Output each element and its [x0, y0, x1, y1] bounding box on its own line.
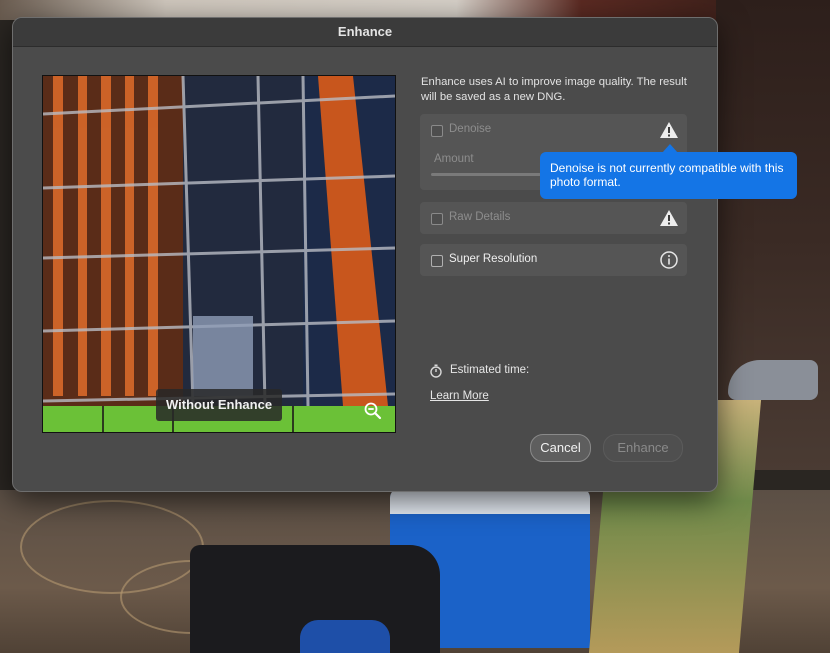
- background-shoe: [728, 360, 818, 400]
- stopwatch-icon: [429, 364, 443, 378]
- warning-icon[interactable]: [659, 208, 679, 228]
- estimated-time-label: Estimated time:: [450, 364, 530, 376]
- denoise-label: Denoise: [449, 123, 492, 135]
- background-blue-cloth: [300, 620, 390, 653]
- dialog-title: Enhance: [337, 24, 393, 39]
- raw-details-group: Raw Details: [420, 202, 687, 234]
- raw-details-label: Raw Details: [449, 211, 511, 223]
- enhance-description: Enhance uses AI to improve image quality…: [421, 76, 687, 103]
- denoise-checkbox[interactable]: [431, 125, 443, 137]
- enhance-button[interactable]: Enhance: [603, 434, 683, 462]
- zoom-out-icon[interactable]: [362, 400, 384, 422]
- super-resolution-label: Super Resolution: [449, 253, 538, 265]
- super-resolution-group: Super Resolution: [420, 244, 687, 276]
- info-icon[interactable]: [659, 250, 679, 270]
- super-resolution-checkbox[interactable]: [431, 255, 443, 267]
- preview-label: Without Enhance: [156, 389, 283, 421]
- cancel-button[interactable]: Cancel: [530, 434, 591, 462]
- preview-image: [43, 76, 395, 432]
- denoise-amount-slider[interactable]: [431, 173, 541, 176]
- warning-icon[interactable]: [659, 120, 679, 140]
- enhance-dialog: Enhance Without Enhance Enhance uses AI …: [12, 17, 718, 492]
- tooltip-text: Denoise is not currently compatible with…: [550, 161, 784, 189]
- denoise-tooltip: Denoise is not currently compatible with…: [540, 152, 797, 199]
- learn-more-link[interactable]: Learn More: [430, 390, 489, 402]
- raw-details-checkbox[interactable]: [431, 213, 443, 225]
- denoise-amount-label: Amount: [434, 153, 474, 165]
- image-preview[interactable]: Without Enhance: [42, 75, 396, 433]
